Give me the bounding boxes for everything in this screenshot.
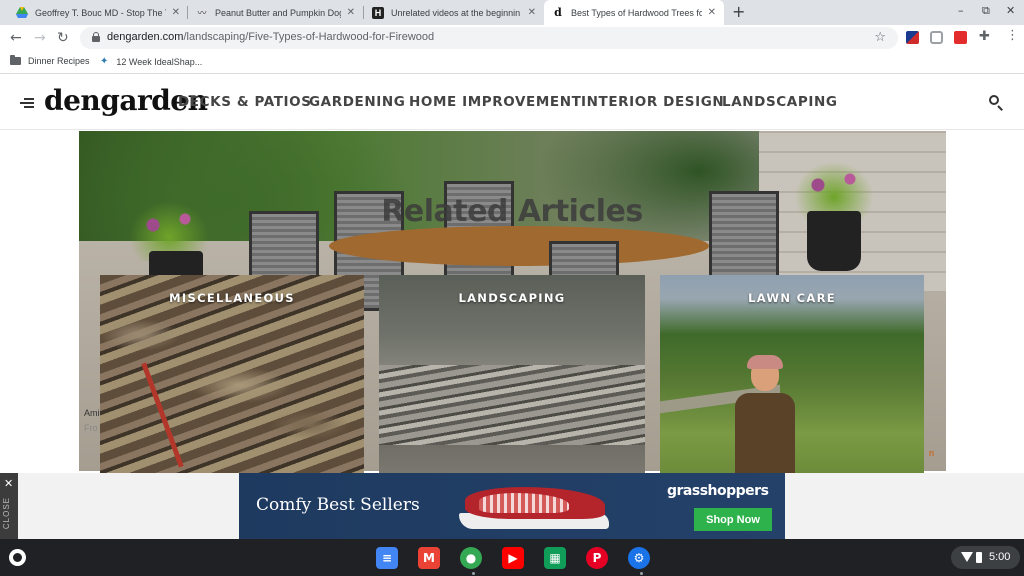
bookmark-star-icon[interactable]: ☆ (874, 30, 886, 45)
url-text: dengarden.com/landscaping/Five-Types-of-… (107, 31, 435, 43)
ad-close-strip[interactable]: ✕ CLOSE (0, 473, 18, 539)
tab-hardwood-trees[interactable]: d Best Types of Hardwood Trees fo ✕ (544, 0, 724, 25)
shop-now-button[interactable]: Shop Now (694, 508, 772, 531)
close-window-button[interactable]: ✕ (1006, 4, 1015, 17)
dengarden-d-icon: d (554, 6, 562, 19)
gmail-icon[interactable]: M (418, 547, 440, 569)
related-card-lawn-care[interactable]: LAWN CARE (660, 275, 924, 473)
chrome-icon[interactable]: ● (460, 547, 482, 569)
advertisement[interactable]: Comfy Best Sellers grasshoppers Shop Now… (239, 473, 785, 539)
article-peek-text: Ami (84, 408, 100, 418)
drive-icon (16, 7, 28, 19)
tab-title: Geoffrey T. Bouc MD - Stop The T (35, 7, 166, 18)
settings-icon[interactable]: ⚙ (628, 547, 650, 569)
ad-brand-logo: grasshoppers (667, 483, 769, 499)
shoe-image (449, 479, 619, 537)
tab-unrelated-videos[interactable]: H Unrelated videos at the beginnin ✕ (364, 0, 544, 25)
article-peek-subtext: Fro (84, 423, 98, 433)
article-peek-link[interactable]: n (929, 448, 934, 458)
minimize-button[interactable]: – (958, 4, 964, 17)
browser-toolbar: ← → ↻ dengarden.com/landscaping/Five-Typ… (0, 25, 1024, 51)
card-category-label: LAWN CARE (748, 291, 836, 305)
card-category-label: LANDSCAPING (458, 291, 566, 305)
nav-interior-design[interactable]: INTERIOR DESIGN (581, 94, 724, 110)
related-articles-heading: Related Articles (381, 194, 643, 229)
lock-icon (92, 32, 100, 42)
nav-landscaping[interactable]: LANDSCAPING (722, 94, 838, 110)
back-arrow-icon[interactable]: ← (10, 30, 22, 46)
tab-strip: Geoffrey T. Bouc MD - Stop The T ✕ 〰 Pea… (0, 0, 1024, 25)
close-label[interactable]: CLOSE (2, 497, 11, 529)
clock: 5:00 (989, 551, 1011, 563)
close-icon[interactable]: ✕ (528, 7, 536, 18)
extension-flag-icon[interactable] (906, 31, 919, 44)
hamburger-menu-icon[interactable] (20, 98, 34, 108)
bookmark-dinner-recipes[interactable]: Dinner Recipes (10, 55, 90, 66)
card-category-label: MISCELLANEOUS (169, 291, 295, 305)
close-icon[interactable]: ✕ (172, 7, 180, 18)
h-icon: H (372, 6, 384, 19)
wifi-icon (961, 552, 973, 562)
launcher-icon[interactable] (9, 549, 26, 566)
site-header: dengarden DECKS & PATIOS GARDENING HOME … (0, 75, 1024, 130)
tab-title: Best Types of Hardwood Trees fo (571, 7, 702, 18)
tab-title: Unrelated videos at the beginnin (391, 7, 521, 18)
folder-icon (10, 55, 21, 65)
restore-button[interactable]: ⧉ (982, 4, 990, 18)
status-tray[interactable]: 5:00 (951, 546, 1020, 569)
forward-arrow-icon[interactable]: → (34, 30, 46, 46)
battery-icon (976, 552, 982, 563)
nav-gardening[interactable]: GARDENING (309, 94, 405, 110)
related-card-landscaping[interactable]: LANDSCAPING (379, 275, 645, 473)
signature-icon: 〰 (197, 8, 207, 18)
pinterest-icon[interactable]: P (586, 547, 608, 569)
extension-hex-icon[interactable] (930, 31, 943, 44)
close-icon[interactable]: ✕ (347, 7, 355, 18)
related-card-miscellaneous[interactable]: MISCELLANEOUS (100, 275, 364, 473)
runner-icon: ✦ (100, 56, 109, 67)
chromeos-shelf: ≡ M ● ▶ ▦ P ⚙ 5:00 (0, 539, 1024, 576)
new-tab-button[interactable]: + (732, 2, 745, 21)
extension-red-icon[interactable] (954, 31, 967, 44)
tab-geoffrey[interactable]: Geoffrey T. Bouc MD - Stop The T ✕ (8, 0, 188, 25)
reload-icon[interactable]: ↻ (57, 30, 69, 46)
search-icon[interactable] (989, 95, 1003, 111)
bookmarks-bar: Dinner Recipes ✦ 12 Week IdealShap... (0, 51, 1024, 74)
docs-icon[interactable]: ≡ (376, 547, 398, 569)
youtube-icon[interactable]: ▶ (502, 547, 524, 569)
address-bar[interactable]: dengarden.com/landscaping/Five-Types-of-… (80, 27, 898, 49)
bookmark-idealshape[interactable]: ✦ 12 Week IdealShap... (100, 56, 202, 67)
ad-headline: Comfy Best Sellers (256, 495, 420, 515)
screen: Geoffrey T. Bouc MD - Stop The T ✕ 〰 Pea… (0, 0, 1024, 576)
tab-peanut-butter[interactable]: 〰 Peanut Butter and Pumpkin Dog ✕ (188, 0, 363, 25)
extensions-puzzle-icon[interactable]: ✚ (979, 29, 990, 44)
sheets-icon[interactable]: ▦ (544, 547, 566, 569)
nav-home-improvement[interactable]: HOME IMPROVEMENT (409, 94, 581, 110)
nav-decks-patios[interactable]: DECKS & PATIOS (178, 94, 312, 110)
tab-title: Peanut Butter and Pumpkin Dog (215, 7, 341, 18)
close-icon[interactable]: ✕ (4, 477, 13, 490)
close-icon[interactable]: ✕ (708, 7, 716, 18)
menu-dots-icon[interactable]: ⋮ (1006, 28, 1019, 43)
